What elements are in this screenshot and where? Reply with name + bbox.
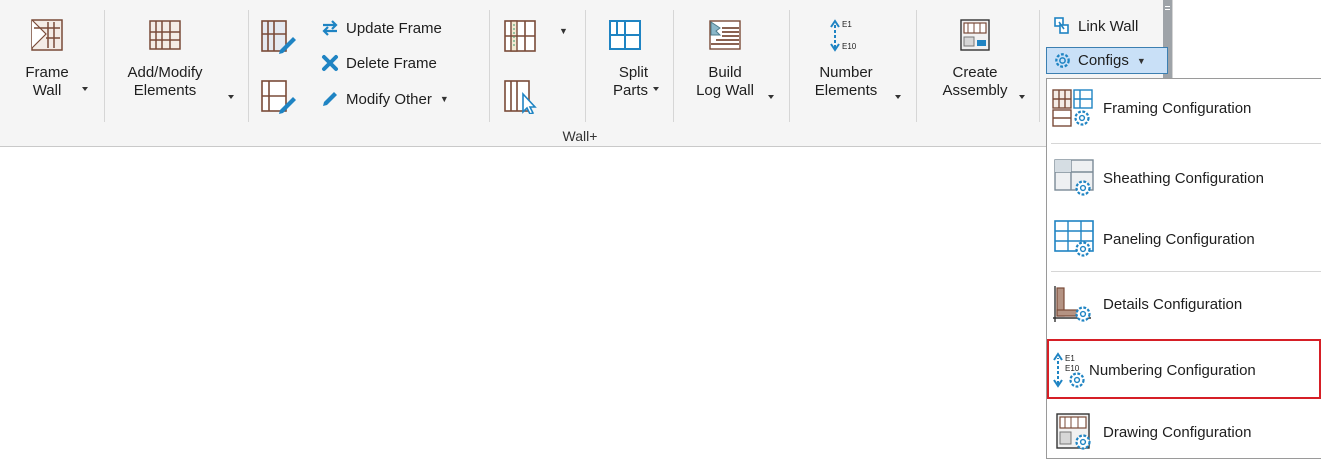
- link-wall-label: Link Wall: [1078, 17, 1139, 35]
- menu-item-label: Sheathing Configuration: [1103, 169, 1264, 187]
- chevron-down-icon: ▼: [1136, 55, 1146, 66]
- delete-frame-button[interactable]: Delete Frame: [320, 52, 437, 74]
- delete-x-icon: [322, 55, 338, 71]
- menu-separator: [1051, 143, 1321, 144]
- link-wall-button[interactable]: Link Wall: [1052, 15, 1138, 37]
- build-log-wall-label-1: Build: [708, 64, 742, 81]
- pencil-icon: [323, 92, 337, 106]
- configs-menu: Framing Configuration Sheathing Configur…: [1046, 78, 1321, 459]
- frame-wall-label-1: Frame: [25, 64, 69, 81]
- number-elements-button[interactable]: E1 E10 Number Elements: [806, 18, 886, 100]
- panel-label-wall-plus: Wall+: [562, 128, 598, 144]
- separator: [585, 10, 586, 122]
- build-log-wall-dropdown-arrow[interactable]: [768, 95, 774, 99]
- paneling-config-icon: [1051, 219, 1099, 259]
- update-frame-button[interactable]: Update Frame: [320, 17, 442, 39]
- select-elements-icon[interactable]: [503, 78, 539, 114]
- separator: [916, 10, 917, 122]
- create-assembly-label-2: Assembly: [942, 82, 1008, 99]
- menu-item-label: Paneling Configuration: [1103, 230, 1255, 248]
- modify-frame-big-icon[interactable]: [260, 78, 296, 114]
- number-icon-top: E1: [842, 20, 852, 29]
- drawing-config-icon: [1051, 412, 1099, 452]
- numbering-icon: E1 E10: [830, 19, 857, 52]
- split-parts-label-2: Parts: [612, 82, 648, 99]
- menu-item-paneling-configuration[interactable]: Paneling Configuration: [1047, 215, 1321, 263]
- add-modify-dropdown-arrow[interactable]: [228, 95, 234, 99]
- add-modify-elements-icon: [149, 20, 181, 50]
- separator: [789, 10, 790, 122]
- build-log-wall-button[interactable]: Build Log Wall: [690, 18, 760, 100]
- frame-wall-button[interactable]: Frame Wall: [22, 18, 72, 100]
- update-frame-big-icon[interactable]: [260, 18, 296, 54]
- number-elements-dropdown-arrow[interactable]: [895, 95, 901, 99]
- sheathing-config-icon: [1051, 158, 1099, 198]
- split-parts-button[interactable]: Split Parts: [602, 18, 648, 100]
- chevron-down-icon: ▼: [439, 94, 449, 104]
- separator: [673, 10, 674, 122]
- log-wall-icon: [709, 20, 741, 50]
- numbering-configuration-highlight-box: [1047, 339, 1321, 399]
- add-modify-label-2: Elements: [133, 82, 197, 99]
- details-config-icon: [1051, 284, 1099, 324]
- framing-config-icon: [1051, 88, 1099, 128]
- link-wall-icon: [1054, 17, 1069, 34]
- number-elements-label-2: Elements: [814, 82, 878, 99]
- delete-frame-label: Delete Frame: [346, 54, 437, 72]
- configs-dropdown-button[interactable]: Configs ▼: [1046, 47, 1168, 74]
- separator: [489, 10, 490, 122]
- split-parts-label-1: Split: [618, 64, 648, 81]
- modify-other-label: Modify Other: [346, 90, 432, 108]
- swap-arrows-icon: [322, 20, 338, 36]
- separator: [1039, 10, 1040, 122]
- update-frame-label: Update Frame: [346, 19, 442, 37]
- wall-elements-icon[interactable]: [503, 18, 539, 54]
- chevron-down-icon[interactable]: ▼: [559, 26, 568, 36]
- menu-item-framing-configuration[interactable]: Framing Configuration: [1047, 84, 1321, 132]
- create-assembly-label-1: Create: [952, 64, 998, 81]
- create-assembly-dropdown-arrow[interactable]: [1019, 95, 1025, 99]
- assembly-drawing-icon: [960, 19, 990, 51]
- menu-item-label: Drawing Configuration: [1103, 423, 1252, 441]
- number-elements-label-1: Number: [819, 64, 873, 81]
- modify-other-button[interactable]: Modify Other ▼: [320, 88, 449, 110]
- frame-wall-label-2: Wall: [32, 82, 62, 99]
- add-modify-label-1: Add/Modify: [127, 64, 203, 81]
- ribbon-panel: Frame Wall Add/Modify Elements Update Fr…: [0, 0, 1173, 147]
- menu-item-sheathing-configuration[interactable]: Sheathing Configuration: [1047, 154, 1321, 202]
- frame-wall-icon: [31, 19, 63, 51]
- number-icon-bottom: E10: [842, 42, 857, 51]
- build-log-wall-label-2: Log Wall: [696, 82, 754, 99]
- menu-item-details-configuration[interactable]: Details Configuration: [1047, 280, 1321, 328]
- separator: [248, 10, 249, 122]
- menu-item-label: Details Configuration: [1103, 295, 1243, 313]
- create-assembly-button[interactable]: Create Assembly: [935, 18, 1015, 100]
- add-modify-elements-button[interactable]: Add/Modify Elements: [125, 18, 205, 100]
- configs-label: Configs: [1078, 52, 1129, 69]
- separator: [104, 10, 105, 122]
- gear-icon: [1055, 53, 1070, 68]
- frame-wall-dropdown-arrow[interactable]: [82, 87, 88, 91]
- menu-separator: [1051, 271, 1321, 272]
- menu-item-label: Framing Configuration: [1103, 99, 1252, 117]
- menu-item-drawing-configuration[interactable]: Drawing Configuration: [1047, 408, 1321, 456]
- split-parts-dropdown-arrow[interactable]: [653, 87, 659, 91]
- split-parts-icon: [609, 20, 641, 50]
